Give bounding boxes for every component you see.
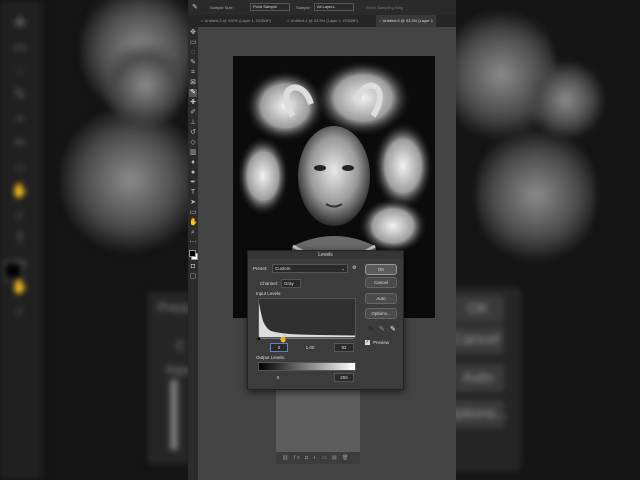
input-levels-label: Input Levels: bbox=[256, 291, 282, 296]
preset-options-icon[interactable]: ⚙︎ bbox=[352, 265, 356, 271]
gradient-icon[interactable]: ▥ bbox=[189, 149, 197, 157]
more-tools-icon[interactable]: ⋯ bbox=[189, 239, 197, 247]
zoom-icon[interactable]: ⌕ bbox=[189, 229, 197, 237]
eyedropper-icon[interactable]: ✎ bbox=[192, 3, 198, 11]
sample-label: Sample: bbox=[296, 5, 311, 10]
ghost-options: Options... bbox=[456, 400, 508, 428]
levels-dialog: Levels Preset: Custom ⌄ ⚙︎ Channel: Gray … bbox=[247, 250, 404, 390]
canvas-lower-region bbox=[276, 388, 360, 462]
eyedropper-tool-icon[interactable]: ✎ bbox=[189, 89, 197, 97]
output-gradient bbox=[258, 362, 356, 371]
document-tabs: × Untitled-3 @ 100% (Layer 1, RGB/8*) × … bbox=[188, 15, 456, 27]
auto-button[interactable]: Auto bbox=[365, 293, 397, 304]
quick-select-icon[interactable]: ✎ bbox=[189, 59, 197, 67]
output-levels-label: Output Levels: bbox=[256, 355, 286, 360]
background-left-blur: ✥▭◌✎⌖✂⌂✋⌕T▭✋⌕ Prese C Inpu bbox=[0, 0, 188, 480]
histogram bbox=[258, 298, 356, 338]
tab-untitled-3[interactable]: × Untitled-3 @ 100% (Layer 1, RGB/8*) bbox=[198, 15, 274, 27]
black-eyedropper-icon[interactable]: ✎ bbox=[368, 325, 374, 333]
preset-label: Preset: bbox=[253, 266, 268, 271]
path-select-icon[interactable]: ➤ bbox=[189, 199, 197, 207]
output-black-field[interactable]: 0 bbox=[270, 373, 286, 382]
preset-select[interactable]: Custom ⌄ bbox=[272, 264, 348, 273]
histogram-graph bbox=[259, 303, 355, 337]
options-button[interactable]: Options... bbox=[365, 308, 397, 319]
white-eyedropper-icon[interactable]: ✎ bbox=[390, 325, 396, 333]
cancel-button[interactable]: Cancel bbox=[365, 277, 397, 288]
tools-panel: ✥ ▭ ◌ ✎ ⌗ ⊠ ✎ ✚ ✐ ⊥ ↺ ◇ ▥ ♦ ● ✒ T ➤ ▭ ✋ … bbox=[188, 27, 198, 480]
ghost-c-letter: C bbox=[176, 338, 186, 353]
brush-icon[interactable]: ✐ bbox=[189, 109, 197, 117]
dodge-icon[interactable]: ● bbox=[189, 169, 197, 177]
output-white-field[interactable]: 255 bbox=[334, 373, 354, 382]
channel-label: Channel: bbox=[260, 281, 279, 286]
frame-icon[interactable]: ⊠ bbox=[189, 79, 197, 87]
sample-select[interactable]: All Layers bbox=[314, 3, 354, 11]
shape-icon[interactable]: ▭ bbox=[189, 209, 197, 217]
sample-size-label: Sample Size: bbox=[210, 5, 234, 10]
move-icon[interactable]: ✥ bbox=[189, 29, 197, 37]
preview-label: Preview bbox=[373, 340, 390, 345]
healing-icon[interactable]: ✚ bbox=[189, 99, 197, 107]
foreground-color-swatch[interactable] bbox=[189, 250, 196, 257]
tab-untitled-5[interactable]: × Untitled-5 @ 33.3% (Layer 1 bbox=[376, 15, 436, 27]
background-right-blur: OK Cancel Auto Options... bbox=[456, 0, 640, 480]
input-black-slider[interactable]: ▲ bbox=[256, 336, 262, 342]
output-white-slider[interactable]: ▲ bbox=[348, 366, 354, 372]
marquee-icon[interactable]: ▭ bbox=[189, 39, 197, 47]
ok-button[interactable]: OK bbox=[365, 264, 397, 275]
input-midtone-field[interactable]: 1.00 bbox=[300, 343, 320, 352]
options-bar: ✎ Sample Size: Point Sample Sample: All … bbox=[188, 0, 456, 15]
show-sampling-ring[interactable]: Show Sampling Ring bbox=[366, 5, 403, 10]
sample-size-select[interactable]: Point Sample bbox=[250, 3, 290, 11]
dialog-title: Levels bbox=[248, 251, 403, 259]
ghost-input-label: Inpu bbox=[166, 362, 188, 377]
stamp-icon[interactable]: ⊥ bbox=[189, 119, 197, 127]
blur-icon[interactable]: ♦ bbox=[189, 159, 197, 167]
eraser-icon[interactable]: ◇ bbox=[189, 139, 197, 147]
input-white-field[interactable]: 82 bbox=[334, 343, 354, 352]
ghost-preset-label: Prese bbox=[158, 300, 188, 315]
input-slider-track bbox=[258, 338, 354, 339]
screen-mode-icon[interactable]: ▢ bbox=[189, 273, 197, 281]
history-brush-icon[interactable]: ↺ bbox=[189, 129, 197, 137]
crop-icon[interactable]: ⌗ bbox=[189, 69, 197, 77]
photoshop-window: ✎ Sample Size: Point Sample Sample: All … bbox=[188, 0, 456, 480]
channel-select[interactable]: Gray bbox=[281, 279, 301, 288]
ghost-cancel: Cancel bbox=[456, 326, 504, 354]
ghost-auto: Auto bbox=[456, 364, 504, 392]
hand-icon[interactable]: ✋ bbox=[189, 219, 198, 227]
quick-mask-icon[interactable]: ◘ bbox=[189, 263, 197, 271]
ghost-ok: OK bbox=[456, 295, 504, 323]
pen-icon[interactable]: ✒ bbox=[189, 179, 197, 187]
tab-untitled-4[interactable]: × Untitled-4 @ 33.3% (Layer 1, RGB/8*) bbox=[284, 15, 361, 27]
lasso-icon[interactable]: ◌ bbox=[189, 49, 197, 57]
gray-eyedropper-icon[interactable]: ✎ bbox=[379, 325, 385, 333]
panel-footer-icons: ⛓ fx ◘ ◐ ▭ ▤ 🗑 bbox=[276, 452, 360, 464]
cursor-pointer-icon: ☝ bbox=[279, 336, 288, 343]
input-black-field[interactable]: 0 bbox=[270, 343, 288, 352]
preview-checkbox[interactable]: ✓ bbox=[365, 340, 370, 345]
type-icon[interactable]: T bbox=[189, 189, 197, 197]
